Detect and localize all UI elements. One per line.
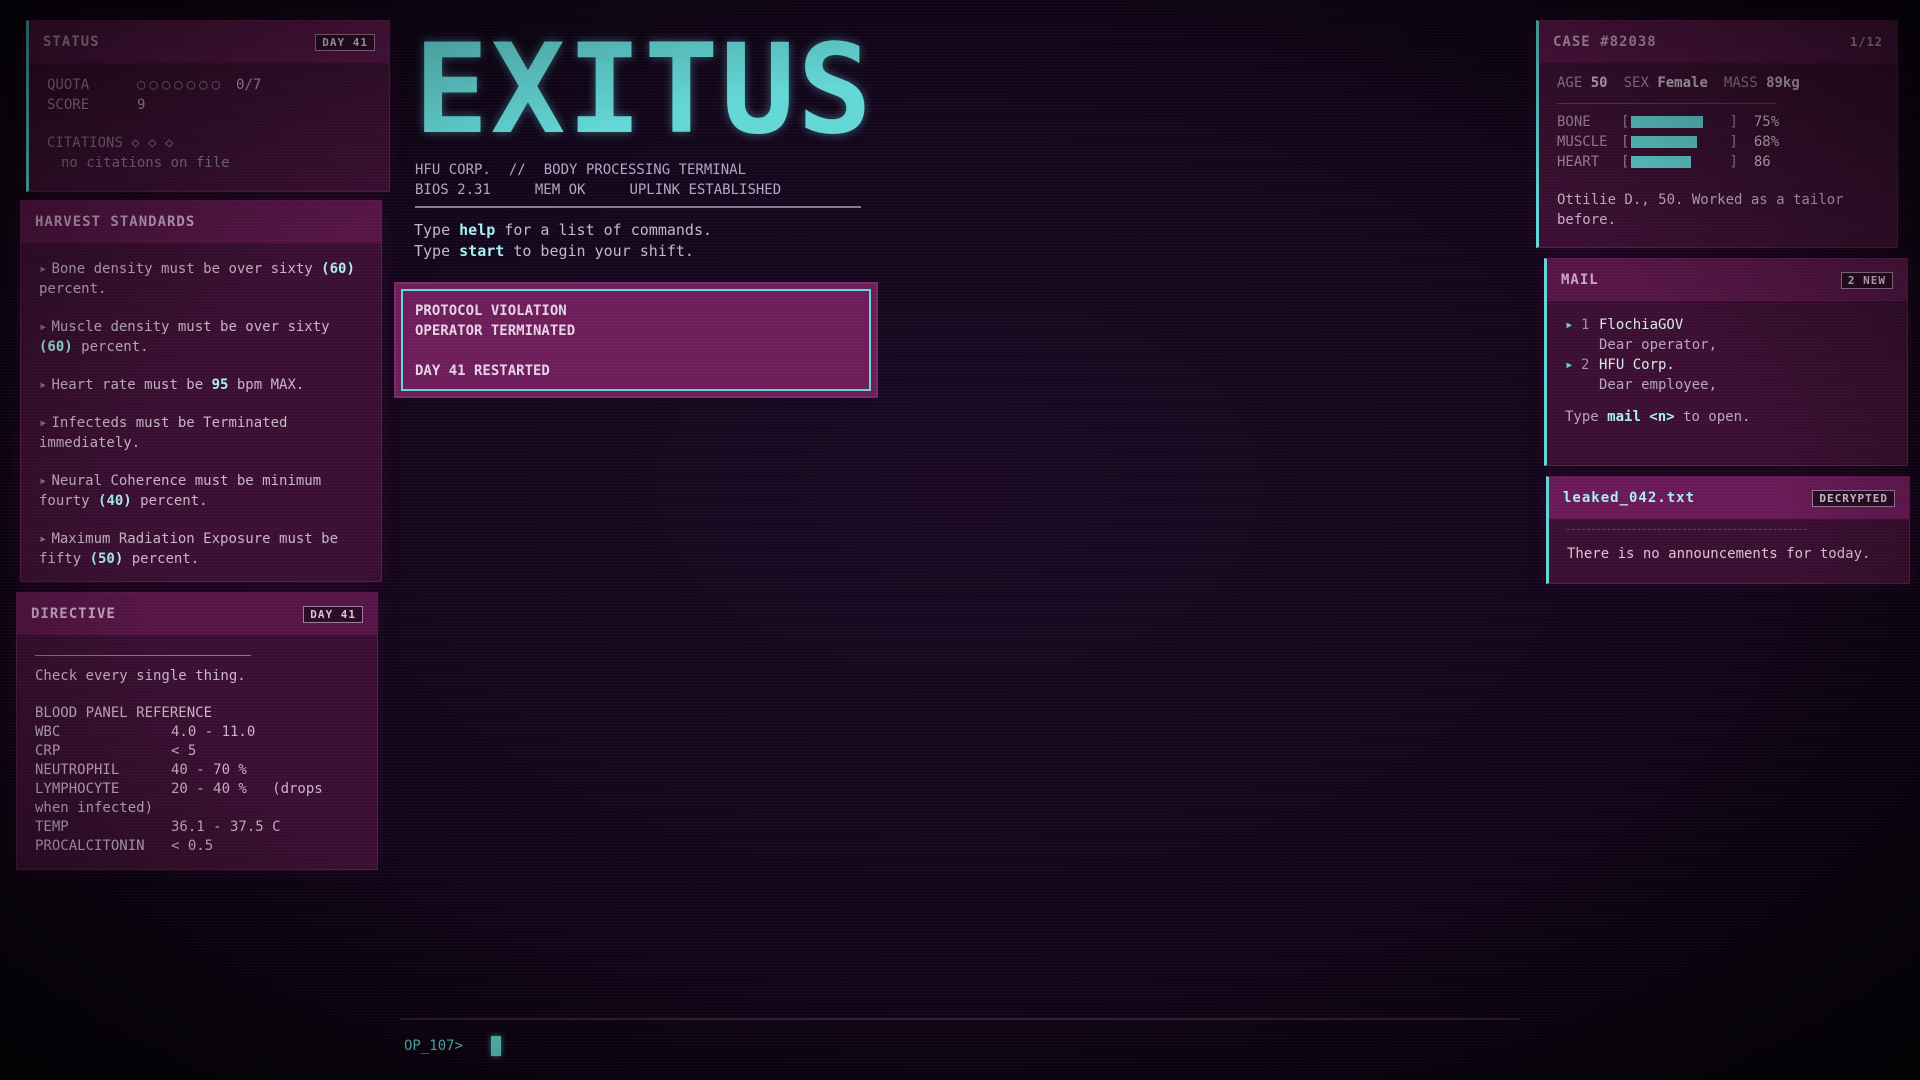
terminal-screen: STATUS DAY 41 QUOTA ○○○○○○○ 0/7 SCORE 9 … xyxy=(0,0,1920,1080)
mail-header: MAIL 2 NEW xyxy=(1547,259,1907,301)
score-value: 9 xyxy=(137,97,146,113)
age-value: 50 xyxy=(1590,75,1608,91)
help-hint: Type help for a list of commands. xyxy=(414,221,713,239)
sex-value: Female xyxy=(1657,75,1708,91)
status-title: STATUS xyxy=(43,34,100,50)
quota-value: 0/7 xyxy=(236,77,262,93)
text-cursor[interactable] xyxy=(491,1036,502,1056)
rule-item: ▸ Bone density must be over sixty (60) pe… xyxy=(39,261,355,297)
case-panel: CASE #82038 1/12 AGE 50 SEX Female MASS … xyxy=(1536,20,1898,248)
rule-item: ▸ Muscle density must be over sixty (60) … xyxy=(39,319,330,355)
divider xyxy=(35,655,251,656)
terminal-type: BODY PROCESSING TERMINAL xyxy=(543,162,747,178)
uplink-status: UPLINK ESTABLISHED xyxy=(629,182,782,198)
blood-panel-title: BLOOD PANEL REFERENCE xyxy=(35,705,213,721)
rule-item: ▸ Maximum Radiation Exposure must be fift… xyxy=(39,531,339,567)
score-row: SCORE 9 xyxy=(47,95,371,115)
mail-title: MAIL xyxy=(1561,272,1599,288)
mail-sender: FlochiaGOV xyxy=(1599,317,1684,333)
bios-version: BIOS 2.31 xyxy=(415,182,491,198)
arrow-icon: ▸ xyxy=(1565,357,1574,373)
day-badge: DAY 41 xyxy=(315,33,375,51)
citation-diamond-icons: ◇ ◇ ◇ xyxy=(131,135,174,151)
bullet-icon: ▸ xyxy=(39,415,48,431)
mail-hint: Type mail <n> to open. xyxy=(1565,409,1751,425)
divider xyxy=(1557,103,1777,104)
case-title: CASE #82038 xyxy=(1553,34,1657,50)
bullet-icon: ▸ xyxy=(39,377,48,393)
citations-note: no citations on file xyxy=(61,155,230,171)
directive-title: DIRECTIVE xyxy=(31,606,116,622)
new-mail-badge: 2 NEW xyxy=(1840,271,1893,289)
arrow-icon: ▸ xyxy=(1565,317,1574,333)
rule-item: ▸ Heart rate must be 95 bpm MAX. xyxy=(39,377,305,393)
quota-dots: ○○○○○○○ xyxy=(137,77,225,93)
protocol-violation-alert: PROTOCOL VIOLATION OPERATOR TERMINATED D… xyxy=(394,282,878,398)
mail-preview: Dear employee, xyxy=(1599,377,1718,393)
harvest-standards-panel: HARVEST STANDARDS ▸ Bone density must be … xyxy=(20,200,382,582)
muscle-meter-fill xyxy=(1631,136,1697,148)
exitus-logo: EXITUS xyxy=(414,18,874,162)
mail-panel: MAIL 2 NEW ▸ 1 FlochiaGOV Dear operator, ▸… xyxy=(1544,258,1908,466)
blood-row: LYMPHOCYTE 20 - 40 % (drops xyxy=(35,781,323,797)
corp-name: HFU CORP. xyxy=(415,162,491,178)
terminal-info: HFU CORP. // BODY PROCESSING TERMINAL BI… xyxy=(415,160,861,208)
heart-meter-fill xyxy=(1631,156,1691,168)
directive-header: DIRECTIVE DAY 41 xyxy=(17,593,377,635)
heart-meter: HEART [] 86 xyxy=(1557,154,1771,170)
citations-label: CITATIONS xyxy=(47,135,123,151)
case-header: CASE #82038 1/12 xyxy=(1539,21,1897,63)
bone-meter: BONE [] 75% xyxy=(1557,114,1780,130)
blood-row: WBC 4.0 - 11.0 xyxy=(35,724,256,740)
rule-item: ▸ Neural Coherence must be minimum fourty… xyxy=(39,473,322,509)
day-badge: DAY 41 xyxy=(303,605,363,623)
harvest-header: HARVEST STANDARDS xyxy=(21,201,381,243)
status-panel: STATUS DAY 41 QUOTA ○○○○○○○ 0/7 SCORE 9 … xyxy=(26,20,390,192)
prompt-label: OP_107> xyxy=(404,1038,464,1054)
alert-line: OPERATOR TERMINATED xyxy=(415,323,576,339)
blood-row: PROCALCITONIN < 0.5 xyxy=(35,838,214,854)
citations-row: CITATIONS ◇ ◇ ◇ xyxy=(47,133,371,153)
subject-meta: AGE 50 SEX Female MASS 89kg xyxy=(1557,75,1800,91)
muscle-meter: MUSCLE [] 68% xyxy=(1557,134,1780,150)
command-hints: Type help for a list of commands. Type s… xyxy=(414,220,712,262)
bullet-icon: ▸ xyxy=(39,319,48,335)
case-counter: 1/12 xyxy=(1850,35,1883,49)
decrypted-badge: DECRYPTED xyxy=(1812,489,1895,507)
announcement-text: There is no announcements for today. xyxy=(1567,546,1871,562)
directive-message: Check every single thing. xyxy=(35,668,246,684)
leak-filename: leaked_042.txt xyxy=(1563,490,1696,506)
directive-panel: DIRECTIVE DAY 41 Check every single thin… xyxy=(16,592,378,870)
blood-row: TEMP 36.1 - 37.5 C xyxy=(35,819,281,835)
bullet-icon: ▸ xyxy=(39,473,48,489)
blood-row: CRP < 5 xyxy=(35,743,197,759)
bullet-icon: ▸ xyxy=(39,261,48,277)
alert-line: DAY 41 RESTARTED xyxy=(415,363,550,379)
blood-row: NEUTROPHIL 40 - 70 % xyxy=(35,762,247,778)
subject-description: Ottilie D., 50. Worked as a tailor befor… xyxy=(1557,192,1844,228)
divider xyxy=(1567,529,1807,530)
leaked-file-panel: leaked_042.txt DECRYPTED There is no ann… xyxy=(1546,476,1910,584)
alert-line: PROTOCOL VIOLATION xyxy=(415,303,567,319)
leak-header: leaked_042.txt DECRYPTED xyxy=(1549,477,1909,519)
quota-label: QUOTA xyxy=(47,77,90,93)
mem-status: MEM OK xyxy=(534,182,586,198)
command-prompt[interactable]: OP_107> xyxy=(404,1036,502,1056)
prompt-divider xyxy=(400,1018,1520,1020)
start-hint: Type start to begin your shift. xyxy=(414,242,694,260)
harvest-title: HARVEST STANDARDS xyxy=(35,214,196,230)
separator: // xyxy=(508,162,526,178)
score-label: SCORE xyxy=(47,97,90,113)
mail-preview: Dear operator, xyxy=(1599,337,1718,353)
mail-sender: HFU Corp. xyxy=(1599,357,1675,373)
mail-item[interactable]: ▸ 1 FlochiaGOV Dear operator, xyxy=(1565,315,1889,355)
blood-row: when infected) xyxy=(35,800,154,816)
quota-row: QUOTA ○○○○○○○ 0/7 xyxy=(47,75,371,95)
status-header: STATUS DAY 41 xyxy=(29,21,389,63)
bone-meter-fill xyxy=(1631,116,1704,128)
mail-item[interactable]: ▸ 2 HFU Corp. Dear employee, xyxy=(1565,355,1889,395)
bullet-icon: ▸ xyxy=(39,531,48,547)
rule-item: ▸ Infecteds must be Terminated immediatel… xyxy=(39,415,288,451)
mass-value: 89kg xyxy=(1766,75,1800,91)
